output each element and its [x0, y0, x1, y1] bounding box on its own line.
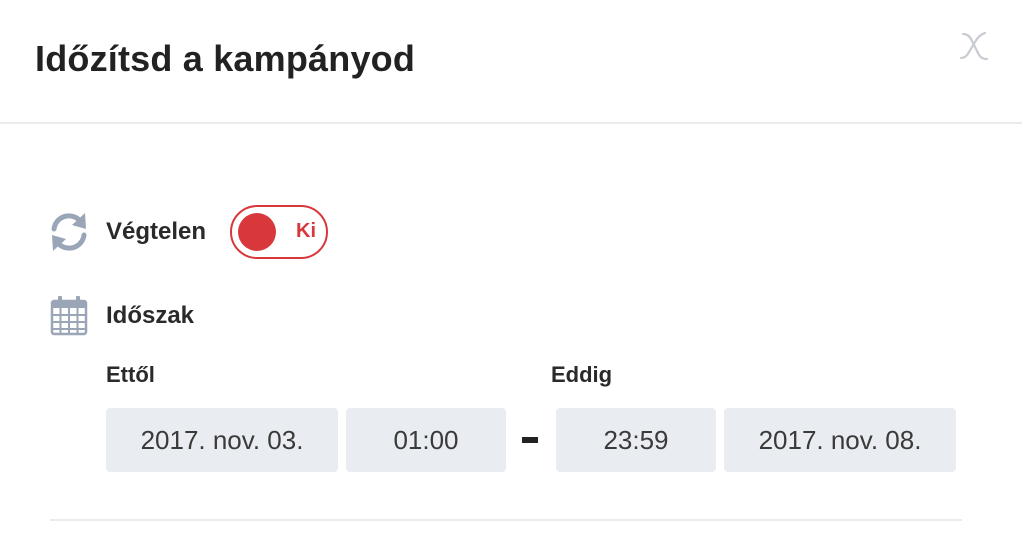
dialog-title: Időzítsd a kampányod [35, 38, 416, 79]
endless-toggle[interactable]: Ki [230, 205, 328, 259]
to-time-field[interactable]: 23:59 [556, 408, 716, 472]
toggle-knob [238, 213, 276, 251]
period-label: Időszak [106, 302, 195, 329]
endless-label: Végtelen [106, 218, 207, 245]
refresh-icon [48, 210, 90, 259]
close-icon [959, 31, 989, 61]
to-date-field[interactable]: 2017. nov. 08. [724, 408, 956, 472]
range-separator [522, 437, 538, 443]
calendar-icon [49, 295, 89, 342]
from-date-field[interactable]: 2017. nov. 03. [106, 408, 338, 472]
from-time-field[interactable]: 01:00 [346, 408, 506, 472]
from-label: Ettől [106, 362, 155, 387]
dialog-header: Időzítsd a kampányod [0, 0, 1022, 124]
close-button[interactable] [954, 26, 994, 66]
toggle-state-label: Ki [296, 220, 316, 242]
section-divider [50, 519, 962, 521]
to-label: Eddig [551, 362, 613, 387]
